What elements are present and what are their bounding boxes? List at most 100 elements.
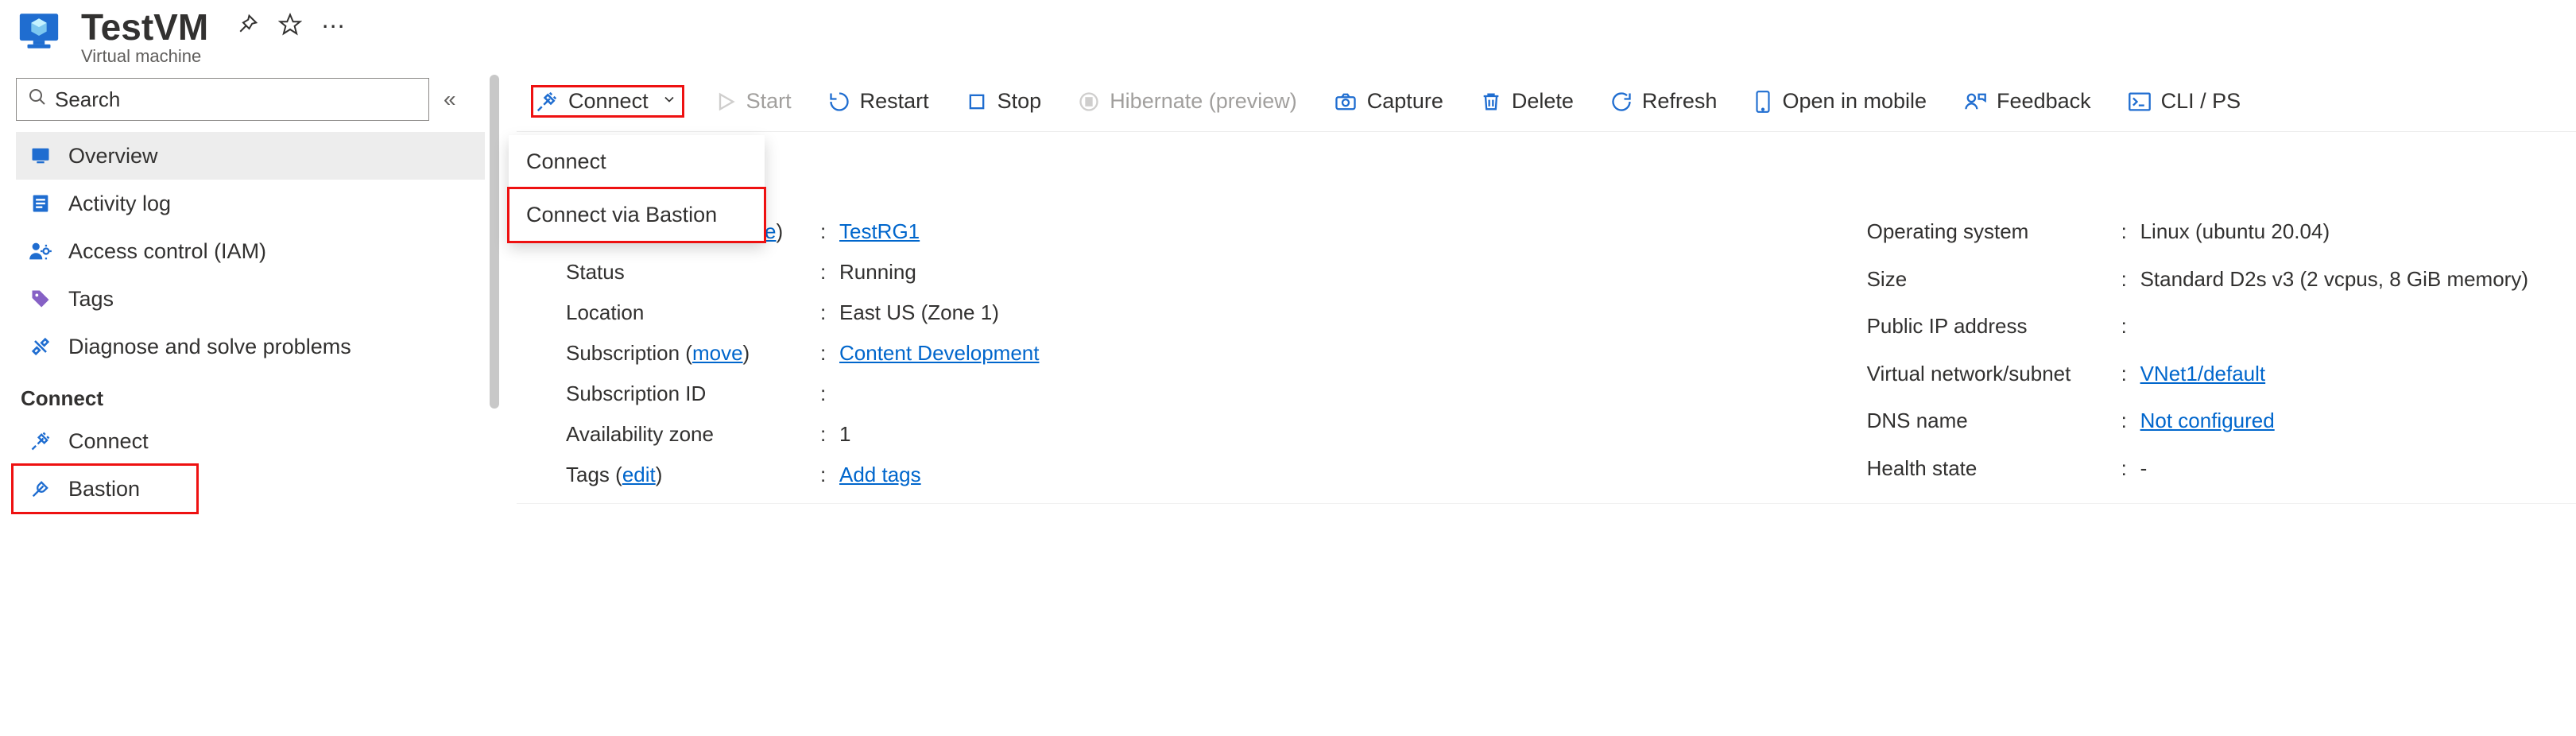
more-icon[interactable]: ⋯ (321, 13, 347, 41)
colon: : (2121, 409, 2140, 433)
stop-icon (966, 91, 988, 113)
command-bar: Connect Start Restart (517, 72, 2576, 132)
toolbar-delete[interactable]: Delete (1474, 84, 1580, 118)
diagnose-icon (27, 335, 54, 358)
toolbar-connect[interactable]: Connect (531, 85, 684, 118)
subscription-link[interactable]: Content Development (839, 341, 1039, 365)
sidebar: « Overview Activity log Access control (… (0, 72, 485, 513)
nav-label: Access control (IAM) (68, 239, 266, 264)
toolbar-label: Capture (1367, 89, 1443, 114)
toolbar-stop[interactable]: Stop (959, 84, 1048, 118)
toolbar-label: Start (746, 89, 792, 114)
value-location: East US (Zone 1) (839, 300, 1039, 325)
colon: : (820, 341, 839, 366)
restart-icon (828, 91, 850, 113)
edit-tags-link[interactable]: edit (622, 463, 656, 486)
connect-icon (535, 90, 559, 114)
main-content: Connect Start Restart (501, 72, 2576, 504)
highlight-bastion (11, 463, 199, 514)
nav-label: Overview (68, 144, 158, 169)
search-input[interactable] (55, 87, 417, 112)
value-health: - (2140, 456, 2528, 481)
label-os: Operating system (1867, 219, 2121, 244)
collapse-sidebar-icon[interactable]: « (444, 87, 456, 112)
header-titles: TestVM Virtual machine (81, 8, 208, 67)
label-tags: Tags (edit) (566, 463, 820, 487)
toolbar-cli[interactable]: CLI / PS (2121, 84, 2248, 118)
chevron-down-icon (661, 91, 677, 112)
label-health: Health state (1867, 456, 2121, 481)
label-public-ip: Public IP address (1867, 314, 2121, 339)
nav-label: Tags (68, 287, 114, 312)
label-subscription: Subscription (move) (566, 341, 820, 366)
resource-group-link[interactable]: TestRG1 (839, 219, 920, 243)
dns-configure-link[interactable]: Not configured (2140, 409, 2275, 432)
sidebar-scrollbar[interactable] (490, 72, 501, 409)
nav-connect[interactable]: Connect (16, 417, 485, 465)
toolbar-start: Start (708, 84, 798, 118)
colon: : (820, 422, 839, 447)
play-icon (715, 91, 737, 113)
toolbar-open-mobile[interactable]: Open in mobile (1747, 84, 1933, 118)
connect-icon (27, 430, 54, 452)
resource-type-icon (16, 8, 62, 54)
value-status: Running (839, 260, 1039, 285)
toolbar-refresh[interactable]: Refresh (1604, 84, 1724, 118)
value-size: Standard D2s v3 (2 vcpus, 8 GiB memory) (2140, 267, 2528, 292)
label-text: Subscription ( (566, 341, 692, 365)
essentials-right: Operating system : Linux (ubuntu 20.04) … (1867, 219, 2528, 487)
toolbar-feedback[interactable]: Feedback (1957, 84, 2098, 118)
nav-bastion[interactable]: Bastion (16, 465, 485, 513)
label-text: ) (776, 219, 783, 243)
delete-icon (1480, 91, 1502, 113)
toolbar-capture[interactable]: Capture (1327, 84, 1450, 118)
search-icon (28, 87, 47, 112)
toolbar-label: Stop (997, 89, 1042, 114)
nav-diagnose[interactable]: Diagnose and solve problems (16, 323, 485, 370)
nav-label: Activity log (68, 192, 171, 216)
nav-overview[interactable]: Overview (16, 132, 485, 180)
colon: : (2121, 314, 2140, 339)
value-availability-zone: 1 (839, 422, 1039, 447)
add-tags-link[interactable]: Add tags (839, 463, 921, 486)
dropdown-connect[interactable]: Connect (509, 135, 765, 188)
nav-label: Diagnose and solve problems (68, 335, 351, 359)
sidebar-search[interactable] (16, 78, 429, 121)
label-text: ) (656, 463, 663, 486)
toolbar-restart[interactable]: Restart (822, 84, 935, 118)
colon: : (2121, 456, 2140, 481)
move-subscription-link[interactable]: move (692, 341, 743, 365)
page-header: TestVM Virtual machine ⋯ (0, 0, 2576, 72)
nav-tags[interactable]: Tags (16, 275, 485, 323)
toolbar-label: Feedback (1997, 89, 2091, 114)
hibernate-icon (1078, 91, 1100, 113)
nav-section-connect: Connect (16, 370, 485, 417)
toolbar-label: CLI / PS (2161, 89, 2241, 114)
essentials-panel: Resource group (move) : TestRG1 Status :… (517, 132, 2576, 504)
colon: : (2121, 362, 2140, 386)
colon: : (820, 260, 839, 285)
toolbar-label: Hibernate (preview) (1110, 89, 1297, 114)
favorite-icon[interactable] (278, 13, 302, 37)
mobile-icon (1753, 90, 1772, 114)
dropdown-connect-bastion[interactable]: Connect via Bastion (509, 188, 765, 242)
colon: : (2121, 219, 2140, 244)
colon: : (2121, 267, 2140, 292)
overview-icon (27, 145, 54, 167)
nav-access-control[interactable]: Access control (IAM) (16, 227, 485, 275)
sidebar-scroll-thumb[interactable] (490, 75, 499, 409)
page-title: TestVM (81, 8, 208, 46)
colon: : (820, 382, 839, 406)
refresh-icon (1610, 91, 1633, 113)
pin-icon[interactable] (235, 13, 259, 37)
tags-icon (27, 288, 54, 310)
cli-icon (2128, 91, 2152, 112)
colon: : (820, 300, 839, 325)
nav-activity-log[interactable]: Activity log (16, 180, 485, 227)
toolbar-hibernate: Hibernate (preview) (1071, 84, 1303, 118)
vnet-link[interactable]: VNet1/default (2140, 362, 2266, 385)
toolbar-label: Refresh (1642, 89, 1718, 114)
value-os: Linux (ubuntu 20.04) (2140, 219, 2528, 244)
capture-icon (1334, 91, 1358, 113)
label-subscription-id: Subscription ID (566, 382, 820, 406)
